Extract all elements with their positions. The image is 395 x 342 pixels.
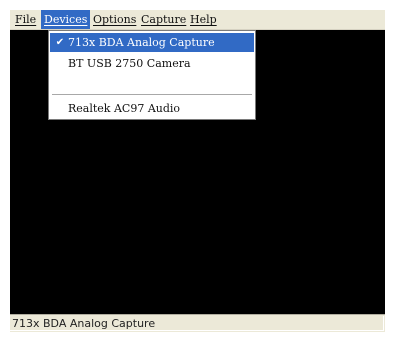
device-item-label: 713x BDA Analog Capture	[68, 36, 215, 49]
devices-dropdown: ✔ 713x BDA Analog Capture BT USB 2750 Ca…	[48, 30, 256, 120]
menu-help[interactable]: Help	[187, 10, 220, 29]
checkmark-icon: ✔	[55, 37, 65, 48]
menu-options[interactable]: Options	[90, 10, 139, 29]
device-item-realtek-ac97-audio[interactable]: Realtek AC97 Audio	[50, 99, 254, 118]
device-item-bt-usb-2750-camera[interactable]: BT USB 2750 Camera	[50, 54, 254, 73]
menu-file[interactable]: File	[12, 10, 39, 29]
device-item-713x-bda-analog-capture[interactable]: ✔ 713x BDA Analog Capture	[50, 33, 254, 52]
device-item-label: Realtek AC97 Audio	[68, 102, 181, 115]
menu-bar: File Devices Options Capture Help	[10, 10, 385, 30]
status-text: 713x BDA Analog Capture	[12, 317, 156, 330]
capture-window: File Devices Options Capture Help ✔ 713x…	[10, 10, 385, 332]
menu-capture[interactable]: Capture	[138, 10, 189, 29]
device-item-label: BT USB 2750 Camera	[68, 57, 191, 70]
menu-separator	[52, 94, 252, 96]
menu-devices[interactable]: Devices	[41, 10, 91, 29]
status-bar: 713x BDA Analog Capture	[10, 314, 385, 332]
